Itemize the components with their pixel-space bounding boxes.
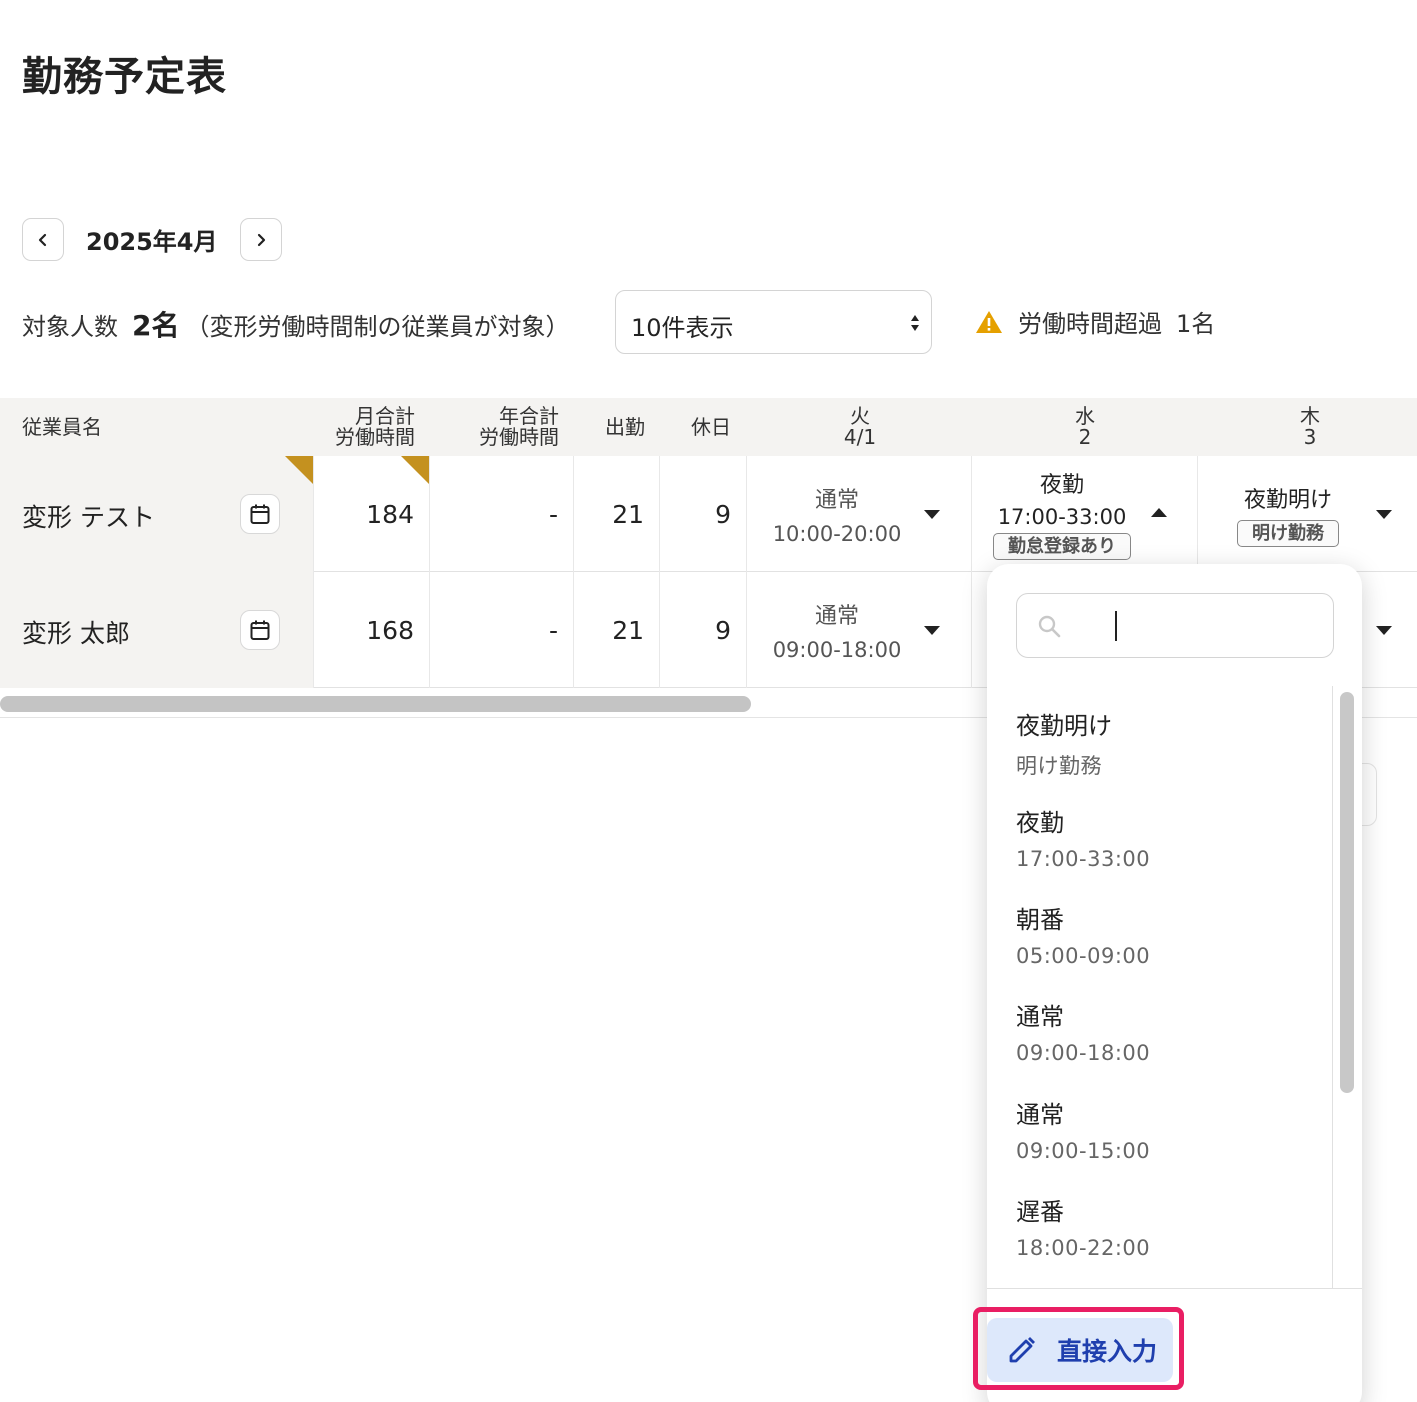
table-row: 変形 テスト 184 - 21 9 通常 10:00-20:00 夜勤 17:0…: [0, 456, 1417, 572]
shift-time: 10:00-20:00: [772, 522, 902, 546]
calendar-icon: [250, 504, 270, 524]
summary-row: 対象人数 2名 （変形労働時間制の従業員が対象） 10件表示 労働時間超過 1名: [22, 290, 1402, 354]
shift-option[interactable]: 朝番 05:00-09:00: [1016, 900, 1316, 968]
header-day-2: 水2: [1075, 404, 1095, 449]
shift-cell-day-3[interactable]: 夜勤明け 明け勤務: [1198, 456, 1417, 572]
shift-option[interactable]: 通常 09:00-15:00: [1016, 1095, 1316, 1163]
shift-name: 夜勤明け: [1243, 488, 1332, 513]
shift-time: 17:00-33:00: [997, 505, 1127, 529]
shift-time: 09:00-18:00: [772, 638, 902, 662]
shift-cell-day-2[interactable]: 夜勤 17:00-33:00 勤怠登録あり: [972, 456, 1198, 572]
direct-input-label: 直接入力: [1057, 1337, 1158, 1366]
employee-count: 対象人数 2名 （変形労働時間制の従業員が対象）: [22, 304, 569, 344]
shift-dropdown: 夜勤明け 明け勤務 夜勤 17:00-33:00 朝番 05:00-09:00 …: [987, 564, 1362, 1402]
shift-name: 通常: [814, 488, 859, 513]
table-header: 従業員名 月合計 労働時間 年合計 労働時間 出勤 休日 火 4/1 水2 木3: [0, 398, 1417, 456]
count-note: （変形労働時間制の従業員が対象）: [185, 313, 570, 341]
yearly-hours-cell: -: [430, 456, 574, 572]
select-arrows-icon: [911, 315, 919, 331]
direct-input-button[interactable]: 直接入力: [987, 1318, 1173, 1382]
shift-search-field[interactable]: [1016, 593, 1334, 658]
per-page-value: 10件表示: [631, 314, 734, 342]
shift-option[interactable]: 通常 09:00-18:00: [1016, 997, 1316, 1065]
current-month-label: 2025年4月: [86, 228, 218, 256]
page-title: 勤務予定表: [22, 54, 227, 100]
count-value: 2名: [132, 309, 180, 342]
header-off-days: 休日: [691, 414, 731, 439]
calendar-button[interactable]: [240, 494, 280, 534]
header-yearly-hours: 年合計 労働時間: [479, 404, 559, 449]
count-label: 対象人数: [22, 313, 118, 341]
warning-label: 労働時間超過: [1018, 310, 1162, 338]
caret-down-icon[interactable]: [924, 510, 940, 519]
monthly-hours-cell: 168: [314, 572, 430, 688]
off-days-cell: 9: [660, 572, 747, 688]
horizontal-scroll-thumb[interactable]: [0, 696, 751, 712]
header-work-days: 出勤: [605, 414, 645, 439]
header-day-1: 火 4/1: [843, 404, 877, 449]
pencil-icon: [1009, 1337, 1035, 1363]
work-days-cell: 21: [574, 456, 660, 572]
chevron-right-icon: [257, 233, 265, 246]
shift-badge: 明け勤務: [1237, 520, 1339, 547]
dropdown-footer-divider: [987, 1288, 1362, 1289]
per-page-select[interactable]: 10件表示: [615, 290, 932, 354]
employee-name-cell: 変形 太郎: [0, 572, 314, 688]
shift-cell-day-1[interactable]: 通常 10:00-20:00: [747, 456, 972, 572]
dropdown-scrollbar[interactable]: [1340, 692, 1354, 1093]
shift-name: 通常: [814, 604, 859, 629]
month-navigation: 2025年4月: [22, 218, 282, 261]
overtime-flag-icon: [401, 456, 429, 484]
header-employee-name: 従業員名: [22, 414, 102, 439]
warning-icon: [976, 310, 1002, 333]
shift-name: 夜勤: [1039, 473, 1084, 498]
overtime-flag-icon: [285, 456, 313, 484]
warning-count: 1名: [1176, 310, 1216, 338]
caret-down-icon[interactable]: [1376, 510, 1392, 519]
yearly-hours-cell: -: [430, 572, 574, 688]
attendance-badge: 勤怠登録あり: [993, 533, 1131, 560]
employee-name-cell: 変形 テスト: [0, 456, 314, 572]
employee-name[interactable]: 変形 太郎: [22, 614, 130, 650]
chevron-left-icon: [38, 233, 47, 246]
employee-name[interactable]: 変形 テスト: [22, 498, 155, 534]
shift-option-list[interactable]: 夜勤明け 明け勤務 夜勤 17:00-33:00 朝番 05:00-09:00 …: [987, 686, 1333, 1288]
search-icon: [1038, 615, 1061, 638]
work-days-cell: 21: [574, 572, 660, 688]
shift-cell-day-1[interactable]: 通常 09:00-18:00: [747, 572, 972, 688]
header-day-3: 木3: [1300, 404, 1320, 449]
shift-option[interactable]: 夜勤 17:00-33:00: [1016, 803, 1316, 871]
off-days-cell: 9: [660, 456, 747, 572]
shift-option[interactable]: 夜勤明け 明け勤務: [1016, 706, 1316, 780]
caret-up-icon[interactable]: [1151, 508, 1167, 517]
calendar-button[interactable]: [240, 610, 280, 650]
next-month-button[interactable]: [239, 218, 282, 261]
overtime-warning: 労働時間超過 1名: [975, 304, 1215, 339]
shift-search-input[interactable]: [1113, 604, 1313, 648]
caret-down-icon[interactable]: [1376, 626, 1392, 635]
caret-down-icon[interactable]: [924, 626, 940, 635]
header-monthly-hours: 月合計 労働時間: [335, 404, 415, 449]
monthly-hours-cell: 184: [314, 456, 430, 572]
shift-option[interactable]: 遅番 18:00-22:00: [1016, 1192, 1316, 1260]
prev-month-button[interactable]: [22, 218, 64, 261]
calendar-icon: [250, 620, 270, 640]
